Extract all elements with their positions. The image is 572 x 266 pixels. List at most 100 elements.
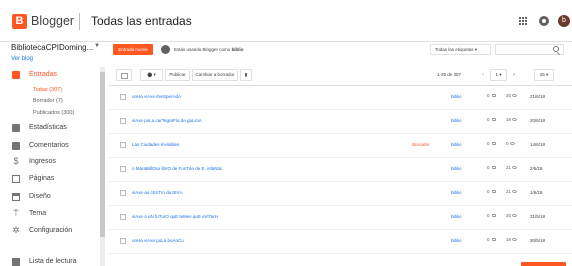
post-title[interactable]: o MaraBillOso librO de FonTán de E. infa… bbox=[132, 166, 222, 171]
page-select[interactable]: 1 ▾ bbox=[490, 69, 507, 81]
sidebar-subitem-draft[interactable]: Borrador (7) bbox=[33, 98, 63, 105]
chevron-down-icon[interactable]: ▼ bbox=[94, 43, 100, 49]
post-comments[interactable]: 0 bbox=[487, 93, 498, 98]
prev-page-icon[interactable]: ‹ bbox=[478, 69, 488, 81]
per-page-select[interactable]: 25 ▾ bbox=[534, 69, 554, 81]
post-author[interactable]: biblio bbox=[451, 94, 462, 99]
settings-icon: ✲ bbox=[12, 225, 20, 235]
sidebar-subitem-published[interactable]: Publicados (300) bbox=[33, 110, 74, 117]
user-profile-icon bbox=[161, 45, 170, 54]
post-date: 21/6/18 bbox=[530, 94, 546, 99]
post-date: 20/6/18 bbox=[530, 118, 546, 123]
search-icon[interactable] bbox=[553, 46, 559, 52]
post-title[interactable]: viAxe poLa carTegraFía de gaLiciA bbox=[132, 118, 202, 123]
post-comments[interactable]: 0 bbox=[487, 189, 498, 194]
sidebar-item-layout[interactable]: Diseño bbox=[29, 192, 51, 201]
floating-action-button[interactable] bbox=[521, 262, 566, 266]
row-checkbox[interactable] bbox=[120, 166, 126, 172]
eye-icon bbox=[512, 190, 518, 194]
blogger-logo-icon[interactable]: B bbox=[12, 14, 27, 29]
comment-icon bbox=[491, 118, 496, 122]
row-checkbox[interactable] bbox=[120, 190, 126, 196]
row-checkbox[interactable] bbox=[120, 142, 126, 148]
posts-icon bbox=[12, 71, 20, 79]
post-title[interactable]: unHa viAxe iNeSperAdA bbox=[132, 94, 181, 99]
post-comments[interactable]: 0 bbox=[487, 213, 498, 218]
publish-button[interactable]: Publicar bbox=[165, 69, 190, 81]
post-author[interactable]: biblio bbox=[451, 238, 462, 243]
post-row[interactable]: viAxe ao cEnTro da tErrA biblio 0 21 1/6… bbox=[109, 182, 572, 206]
post-title[interactable]: unHa viAxe poLa boAnCu bbox=[132, 238, 184, 243]
row-checkbox[interactable] bbox=[120, 94, 126, 100]
comment-icon bbox=[491, 190, 496, 194]
theme-icon: ⍑ bbox=[13, 208, 19, 218]
select-all-checkbox[interactable] bbox=[116, 69, 132, 81]
post-row[interactable]: Las Ciudades Invisibles Borrador biblio … bbox=[109, 134, 572, 158]
new-post-button[interactable]: Entrada nueva bbox=[113, 44, 153, 55]
label-filter-select[interactable]: Todas las etiquetas ▾ bbox=[430, 44, 491, 55]
apps-grid-icon[interactable] bbox=[519, 17, 527, 25]
comment-icon bbox=[491, 166, 496, 170]
brand-name[interactable]: Blogger bbox=[31, 14, 74, 29]
post-date: 14/6/18 bbox=[530, 142, 546, 147]
post-row[interactable]: o MaraBillOso librO de FonTán de E. infa… bbox=[109, 158, 572, 182]
pages-icon bbox=[12, 175, 20, 183]
post-row[interactable]: unHa viAxe poLa boAnCu biblio 0 19 30/5/… bbox=[109, 230, 572, 254]
comments-icon bbox=[12, 142, 20, 150]
eye-icon bbox=[512, 94, 518, 98]
sidebar-item-pages[interactable]: Páginas bbox=[29, 174, 54, 183]
post-comments[interactable]: 0 bbox=[487, 237, 498, 242]
next-page-icon[interactable]: › bbox=[509, 69, 519, 81]
eye-icon bbox=[512, 238, 518, 242]
post-author[interactable]: biblio bbox=[451, 142, 462, 147]
comment-icon bbox=[491, 94, 496, 98]
post-date: 30/5/18 bbox=[530, 238, 546, 243]
sidebar-subitem-all[interactable]: Todas (307) bbox=[33, 87, 62, 94]
eye-icon bbox=[509, 142, 515, 146]
sidebar-item-reading-list[interactable]: Lista de lectura bbox=[29, 257, 76, 266]
post-comments[interactable]: 0 bbox=[487, 165, 498, 170]
using-as-text: Estás usando Blogger como biblio bbox=[174, 47, 244, 52]
post-views: 21 bbox=[506, 189, 518, 194]
eye-icon bbox=[512, 118, 518, 122]
post-views: 20 bbox=[506, 213, 518, 218]
top-bar: B Blogger Todas las entradas b bbox=[0, 0, 572, 42]
sidebar-item-theme[interactable]: Tema bbox=[29, 209, 46, 218]
comment-icon bbox=[491, 214, 496, 218]
post-views: 20 bbox=[506, 93, 518, 98]
post-row[interactable]: viAxe poLa carTegraFía de gaLiciA biblio… bbox=[109, 110, 572, 134]
row-checkbox[interactable] bbox=[120, 238, 126, 244]
stats-icon bbox=[12, 124, 20, 132]
post-title[interactable]: Las Ciudades Invisibles bbox=[132, 142, 179, 147]
post-views: 0 bbox=[506, 141, 515, 146]
post-author[interactable]: biblio bbox=[451, 166, 462, 171]
blog-selector[interactable]: BibliotecaCPIDoming... bbox=[11, 43, 93, 52]
delete-icon[interactable]: ▮ bbox=[240, 69, 252, 81]
row-checkbox[interactable] bbox=[120, 118, 126, 124]
post-row[interactable]: viAxe a uN fuTurO quE teMes quE eViTarH … bbox=[109, 206, 572, 230]
post-row[interactable]: unHa viAxe iNeSperAdA biblio 0 20 21/6/1… bbox=[109, 86, 572, 110]
post-author[interactable]: biblio bbox=[451, 118, 462, 123]
view-blog-link[interactable]: Ver blog bbox=[11, 56, 33, 62]
sidebar-item-settings[interactable]: Configuración bbox=[29, 226, 72, 235]
row-checkbox[interactable] bbox=[120, 214, 126, 220]
eye-icon bbox=[512, 214, 518, 218]
sidebar-scrollbar-thumb[interactable] bbox=[100, 72, 105, 237]
notifications-icon[interactable] bbox=[539, 16, 549, 26]
page-title: Todas las entradas bbox=[91, 14, 192, 28]
post-author[interactable]: biblio bbox=[451, 214, 462, 219]
label-menu-button[interactable]: ⬤ ▾ bbox=[140, 69, 163, 81]
sidebar-item-earnings[interactable]: Ingresos bbox=[29, 157, 56, 166]
post-author[interactable]: biblio bbox=[451, 190, 462, 195]
sidebar-item-stats[interactable]: Estadísticas bbox=[29, 123, 67, 132]
avatar[interactable]: b bbox=[558, 15, 570, 27]
revert-to-draft-button[interactable]: Cambiar a borrador bbox=[192, 69, 238, 81]
post-title[interactable]: viAxe ao cEnTro da tErrA bbox=[132, 190, 183, 195]
layout-icon bbox=[12, 193, 20, 201]
post-title[interactable]: viAxe a uN fuTurO quE teMes quE eViTarH bbox=[132, 214, 218, 219]
sidebar-item-comments[interactable]: Comentarios bbox=[29, 141, 69, 150]
post-date: 31/5/18 bbox=[530, 214, 546, 219]
sidebar-item-posts[interactable]: Entradas bbox=[29, 70, 57, 79]
post-comments[interactable]: 0 bbox=[487, 117, 498, 122]
post-comments[interactable]: 0 bbox=[487, 141, 498, 146]
